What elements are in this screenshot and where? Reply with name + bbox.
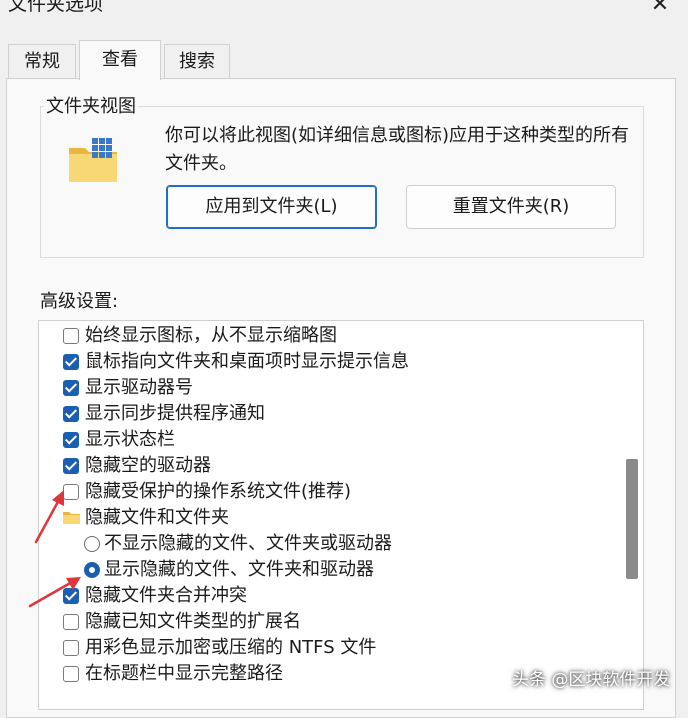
checkbox[interactable]: [63, 406, 79, 422]
folder-view-description: 你可以将此视图(如详细信息或图标)应用于这种类型的所有文件夹。: [165, 125, 630, 174]
annotation-arrow-icon: [34, 490, 64, 544]
checkbox[interactable]: [63, 328, 79, 344]
checkbox[interactable]: [63, 354, 79, 370]
scrollbar[interactable]: [621, 321, 643, 709]
checkbox[interactable]: [63, 640, 79, 656]
scrollbar-thumb[interactable]: [626, 459, 638, 579]
tab-search[interactable]: 搜索: [164, 44, 230, 78]
radio-button[interactable]: [84, 562, 100, 578]
tab-view[interactable]: 查看: [79, 40, 161, 80]
checkbox[interactable]: [63, 666, 79, 682]
annotation-arrow-icon: [28, 577, 81, 608]
reset-folders-button[interactable]: 重置文件夹(R): [406, 185, 616, 229]
checkbox[interactable]: [63, 614, 79, 630]
checkbox[interactable]: [63, 458, 79, 474]
title-bar: 文件夹选项 ✕: [0, 0, 688, 36]
close-icon[interactable]: ✕: [640, 0, 680, 20]
checkbox[interactable]: [63, 432, 79, 448]
window-title: 文件夹选项: [8, 0, 104, 15]
advanced-settings-label: 高级设置:: [40, 291, 119, 312]
checkbox[interactable]: [63, 380, 79, 396]
folder-view-group-label: 文件夹视图: [44, 95, 138, 119]
watermark: 头条 @区块软件开发: [512, 670, 671, 690]
radio-button[interactable]: [84, 536, 100, 552]
advanced-settings-list[interactable]: 始终显示图标，从不显示缩略图 鼠标指向文件夹和桌面项时显示提示信息 显示驱动器号…: [38, 320, 644, 710]
tab-general[interactable]: 常规: [8, 44, 76, 78]
folder-grid-icon: [69, 138, 117, 182]
apply-to-folders-button[interactable]: 应用到文件夹(L): [166, 185, 377, 229]
